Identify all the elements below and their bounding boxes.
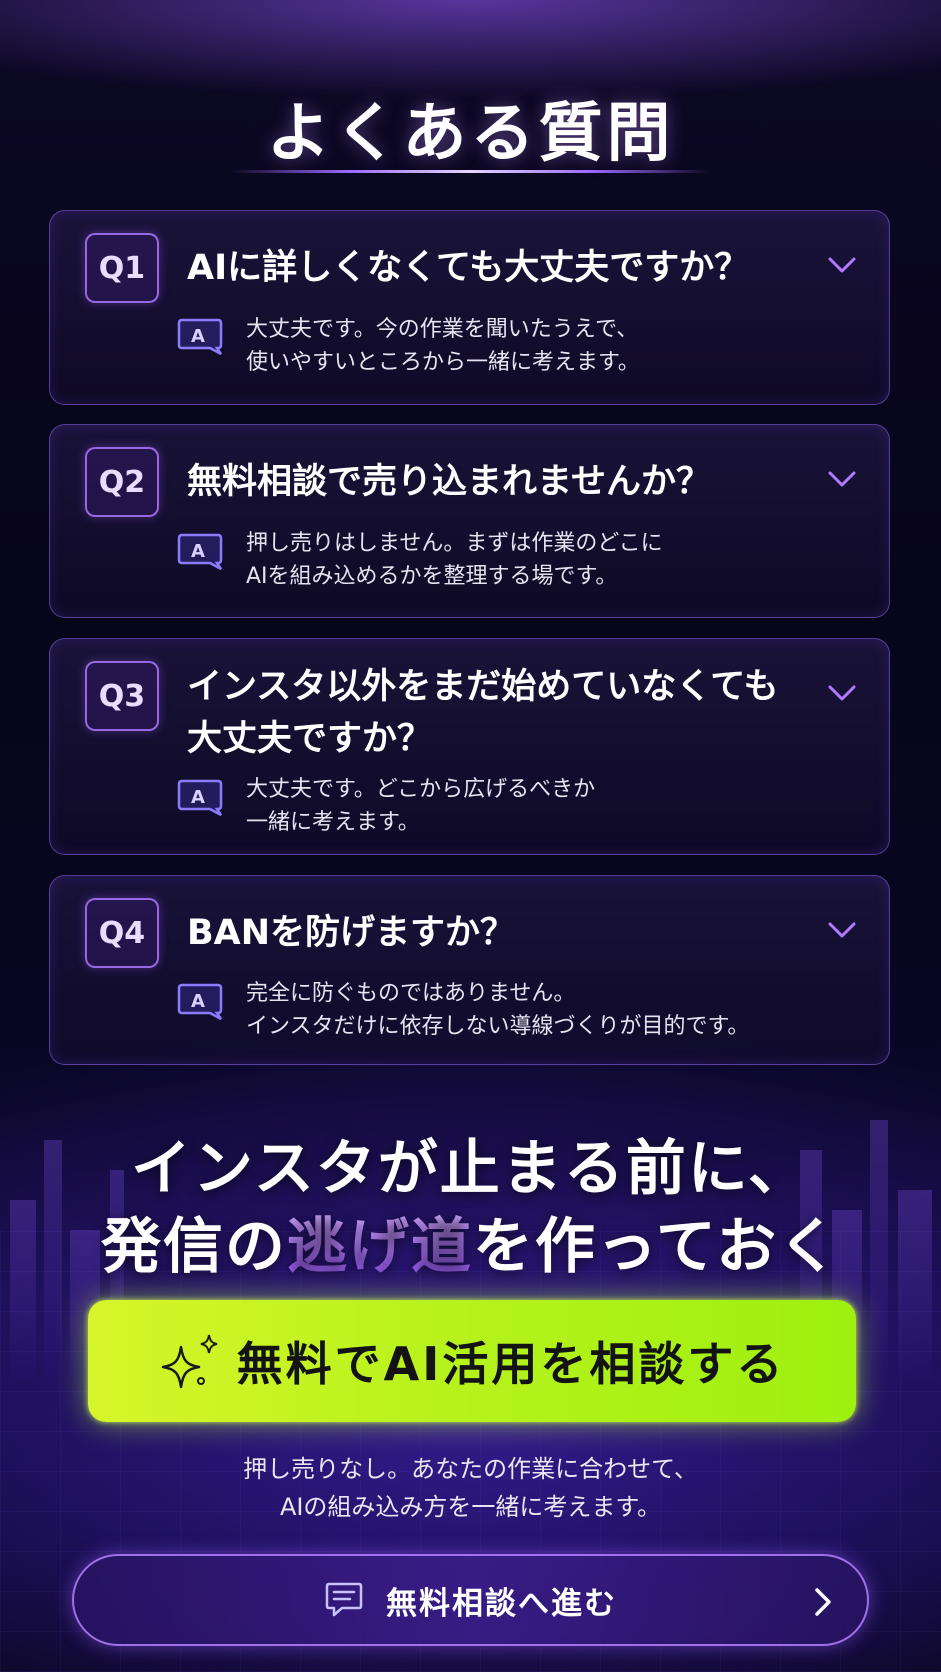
answer-badge-icon: A <box>177 317 223 356</box>
svg-text:A: A <box>191 326 205 347</box>
page-title: よくある質問 <box>266 97 675 171</box>
answer-badge-icon: A <box>177 778 223 817</box>
sparkle-icon <box>161 1334 217 1389</box>
question-badge: Q1 <box>85 233 159 303</box>
headline-line-2: 発信の逃げ道を作っておく <box>100 1212 841 1282</box>
chevron-down-icon[interactable] <box>825 681 859 705</box>
answer-badge-icon: A <box>177 532 223 571</box>
faq-item-1[interactable]: Q1 AIに詳しくなくても大丈夫ですか？ A 大丈夫です。今の作業を聞いたうえで… <box>49 210 890 405</box>
chevron-right-icon <box>815 1588 831 1616</box>
question-text: AIに詳しくなくても大丈夫ですか？ <box>187 248 750 288</box>
question-text: インスタ以外をまだ始めていなくても 大丈夫ですか？ <box>187 667 779 759</box>
answer-text: 完全に防ぐものではありません。 インスタだけに依存しない導線づくりが目的です。 <box>246 981 750 1039</box>
headline-line-1: インスタが止まる前に、 <box>131 1134 810 1204</box>
svg-text:A: A <box>191 541 205 562</box>
faq-item-4[interactable]: Q4 BANを防げますか？ A 完全に防ぐものではありません。 インスタだけに依… <box>49 875 890 1065</box>
chevron-down-icon[interactable] <box>825 253 859 277</box>
question-text: 無料相談で売り込まれませんか？ <box>187 462 711 502</box>
answer-badge-icon: A <box>177 982 223 1021</box>
consult-next-label: 無料相談へ進む <box>386 1585 617 1622</box>
svg-text:A: A <box>191 787 205 808</box>
question-badge: Q2 <box>85 447 159 517</box>
cta-label: 無料でAI活用を相談する <box>236 1337 786 1391</box>
consult-cta-button[interactable]: 無料でAI活用を相談する <box>88 1300 856 1422</box>
answer-text: 押し売りはしません。まずは作業のどこに AIを組み込めるかを整理する場です。 <box>246 531 663 589</box>
title-underline <box>230 170 710 173</box>
answer-text: 大丈夫です。今の作業を聞いたうえで、 使いやすいところから一緒に考えます。 <box>246 317 640 375</box>
faq-item-2[interactable]: Q2 無料相談で売り込まれませんか？ A 押し売りはしません。まずは作業のどこに… <box>49 424 890 618</box>
chevron-down-icon[interactable] <box>825 467 859 491</box>
answer-text: 大丈夫です。どこから広げるべきか 一緒に考えます。 <box>246 777 596 835</box>
svg-text:A: A <box>191 991 205 1012</box>
consult-next-button[interactable]: 無料相談へ進む <box>72 1554 869 1646</box>
question-badge: Q3 <box>85 661 159 731</box>
headline-accent: 逃げ道 <box>286 1212 473 1282</box>
chevron-down-icon[interactable] <box>825 918 859 942</box>
faq-item-3[interactable]: Q3 インスタ以外をまだ始めていなくても 大丈夫ですか？ A 大丈夫です。どこか… <box>49 638 890 855</box>
cta-subtext: 押し売りなし。あなたの作業に合わせて、 AIの組み込み方を一緒に考えます。 <box>243 1455 698 1521</box>
question-badge: Q4 <box>85 898 159 968</box>
chat-icon <box>325 1582 363 1617</box>
question-text: BANを防げますか？ <box>187 913 516 953</box>
